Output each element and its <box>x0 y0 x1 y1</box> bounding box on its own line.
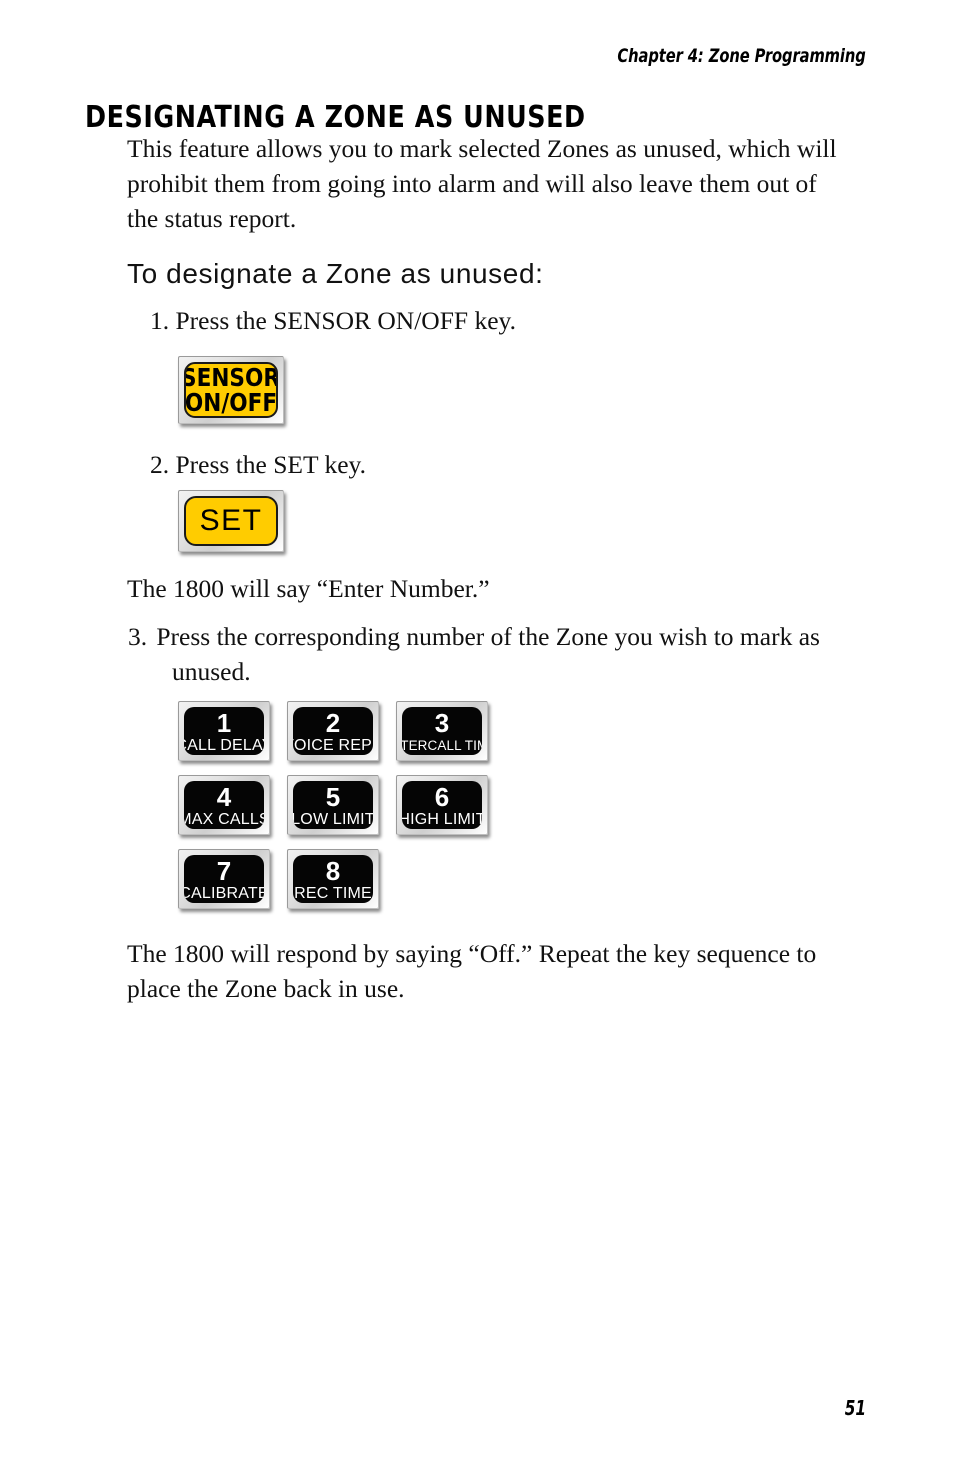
key-3-image: 3 INTERCALL TIME <box>396 701 488 761</box>
key-2-label: VOICE REPS <box>293 737 373 754</box>
key-7-label: CALIBRATE <box>184 885 264 902</box>
key-7-face: 7 CALIBRATE <box>184 855 264 903</box>
key-8-image: 8 REC TIME <box>287 849 379 909</box>
set-key-label: SET <box>199 504 263 537</box>
key-2-face: 2 VOICE REPS <box>293 707 373 755</box>
running-header: Chapter 4: Zone Programming <box>617 45 866 67</box>
key-1-number: 1 <box>216 708 232 738</box>
key-7-image: 7 CALIBRATE <box>178 849 270 909</box>
step-1-number: 1. <box>150 306 170 335</box>
sub-heading: To designate a Zone as unused: <box>127 258 544 289</box>
key-4-label: MAX CALLS <box>184 811 264 828</box>
key-4-number: 4 <box>216 782 232 812</box>
set-key-image: SET <box>178 490 284 552</box>
step-1-text: Press the SENSOR ON/OFF key. <box>175 306 517 335</box>
key-5-label: LOW LIMIT <box>293 811 373 828</box>
sensor-on-off-key-image: SENSOR ON/OFF <box>178 356 284 424</box>
key-2-image: 2 VOICE REPS <box>287 701 379 761</box>
key-1-label: CALL DELAY <box>184 737 264 754</box>
key-3-label: INTERCALL TIME <box>402 738 482 753</box>
step-3: 3. Press the corresponding number of the… <box>128 622 820 686</box>
key-7-number: 7 <box>216 856 232 886</box>
key-8-face: 8 REC TIME <box>293 855 373 903</box>
document-page: Chapter 4: Zone Programming DESIGNATING … <box>0 0 954 1475</box>
key-4-image: 4 MAX CALLS <box>178 775 270 835</box>
key-3-face: 3 INTERCALL TIME <box>402 707 482 755</box>
key-6-label: HIGH LIMIT <box>402 811 482 828</box>
key-2-number: 2 <box>325 708 341 738</box>
intro-paragraph: This feature allows you to mark selected… <box>127 134 837 233</box>
key-1-image: 1 CALL DELAY <box>178 701 270 761</box>
key-1-face: 1 CALL DELAY <box>184 707 264 755</box>
step-1: 1. Press the SENSOR ON/OFF key. <box>150 303 850 338</box>
key-4-face: 4 MAX CALLS <box>184 781 264 829</box>
sensor-on-off-key-line2: ON/OFF <box>184 388 278 417</box>
step-3-text: Press the corresponding number of the Zo… <box>156 622 820 686</box>
key-6-image: 6 HIGH LIMIT <box>396 775 488 835</box>
sensor-on-off-key-face: SENSOR ON/OFF <box>184 362 278 418</box>
page-number: 51 <box>844 1396 866 1420</box>
step-2-text: Press the SET key. <box>175 450 367 479</box>
closing-paragraph: The 1800 will respond by saying “Off.” R… <box>127 939 817 1003</box>
page-title: DESIGNATING A ZONE AS UNUSED <box>85 100 586 136</box>
step-2-number: 2. <box>150 450 170 479</box>
key-8-number: 8 <box>325 856 341 886</box>
step-2: 2. Press the SET key. <box>150 447 850 482</box>
key-5-image: 5 LOW LIMIT <box>287 775 379 835</box>
key-5-face: 5 LOW LIMIT <box>293 781 373 829</box>
key-3-number: 3 <box>434 708 450 738</box>
key-6-face: 6 HIGH LIMIT <box>402 781 482 829</box>
key-6-number: 6 <box>434 782 450 812</box>
key-8-label: REC TIME <box>294 885 372 902</box>
note-enter-number: The 1800 will say “Enter Number.” <box>127 574 490 603</box>
set-key-face: SET <box>184 496 278 546</box>
sensor-on-off-key-line1: SENSOR <box>184 363 278 392</box>
key-5-number: 5 <box>325 782 341 812</box>
